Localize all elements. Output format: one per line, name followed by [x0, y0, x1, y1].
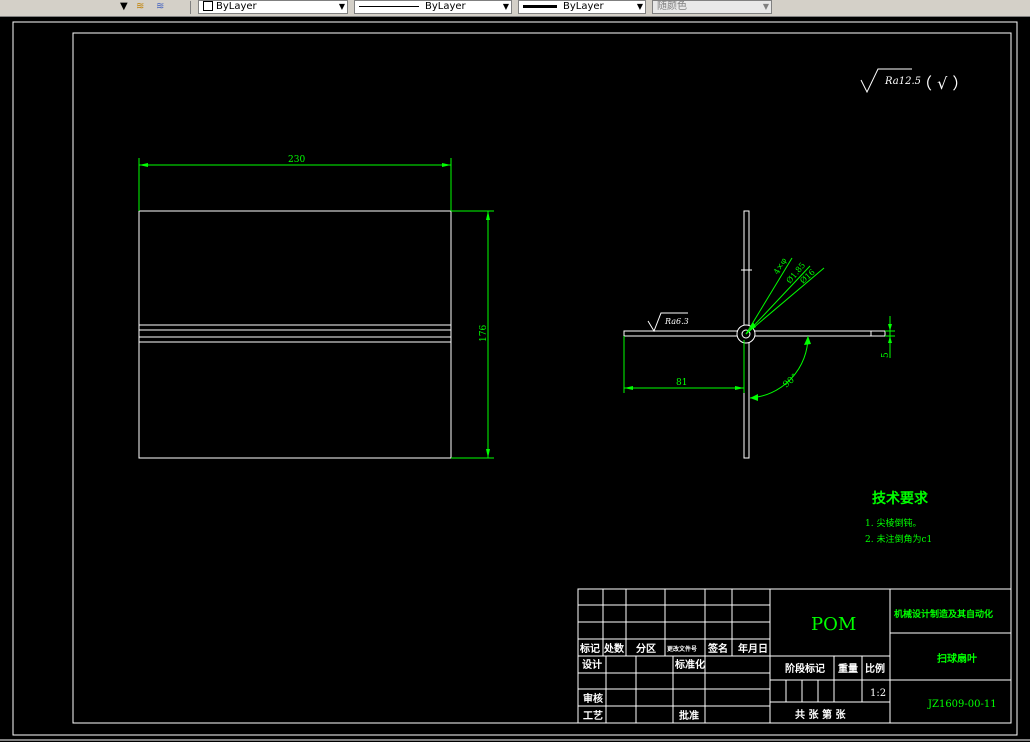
- technical-requirements: 技术要求 1. 尖棱倒钝。 2. 未注倒角为c1: [865, 490, 932, 545]
- tb-stage-label: 阶段标记: [785, 662, 825, 675]
- tb-standard-label: 标准化: [674, 658, 705, 671]
- roughness-symbol-side: Ra6.3: [647, 312, 689, 333]
- tech-req-1: 1. 尖棱倒钝。: [865, 517, 921, 529]
- dimension-5: 5: [881, 316, 895, 358]
- tb-process-label: 工艺: [583, 709, 603, 722]
- tb-scale-value: 1:2: [870, 688, 886, 699]
- chevron-down-icon[interactable]: ▼: [339, 1, 345, 13]
- dropdown-arrow-icon[interactable]: ▼: [120, 0, 128, 14]
- layer-states-icon[interactable]: ≋: [136, 0, 144, 14]
- title-block-text: 标记 处数 分区 更改文件号 签名 年月日 设计 标准化 审核 工艺 批准 阶段…: [579, 608, 997, 722]
- diameter-leaders: 4×φ Ø1.85 Ø16: [745, 256, 825, 335]
- tb-review-label: 审核: [583, 692, 603, 705]
- dimension-height: 176: [451, 210, 494, 459]
- tb-material: POM: [811, 614, 856, 635]
- tb-drawing-no: JZ1609-00-11: [927, 699, 997, 710]
- chevron-down-icon[interactable]: ▼: [503, 1, 509, 13]
- tb-header-count: 处数: [603, 642, 625, 655]
- color-value: ByLayer: [216, 1, 257, 12]
- dimension-width: 230: [138, 155, 452, 211]
- tb-design-label: 设计: [582, 658, 602, 671]
- roughness-paren: （ √ ）: [916, 74, 968, 93]
- roughness-symbol-top: Ra12.5 （ √ ）: [860, 68, 968, 94]
- tb-sheets-label: 共 张 第 张: [795, 708, 846, 721]
- dimension-angle: 90°: [749, 335, 811, 401]
- tb-approve-label: 批准: [679, 709, 699, 722]
- chevron-down-icon: ▼: [762, 2, 769, 11]
- roughness-value-side: Ra6.3: [664, 317, 689, 326]
- tb-scale-label: 比例: [865, 662, 885, 675]
- dim-angle-label: 90°: [782, 372, 801, 390]
- properties-toolbar: ▼ ≋ ≋ ByLayer ▼ ByLayer ▼ ByLayer ▼ 随颜色 …: [0, 0, 1030, 17]
- tb-header-date: 年月日: [738, 642, 768, 655]
- lineweight-value: ByLayer: [563, 1, 604, 12]
- drawing-frame: [72, 32, 1012, 724]
- tb-header-sign: 签名: [707, 642, 728, 655]
- tech-title: 技术要求: [872, 490, 929, 507]
- linetype-value: ByLayer: [425, 1, 466, 12]
- dim-height-label: 176: [479, 325, 489, 342]
- tb-header-docno: 更改文件号: [667, 645, 697, 653]
- layer-previous-icon[interactable]: ≋: [156, 0, 164, 14]
- lineweight-control[interactable]: ByLayer ▼: [518, 0, 646, 14]
- drawing-canvas[interactable]: Ra12.5 （ √ ） 230 176 Ra6.3 81 5 90° 4×φ …: [0, 16, 1030, 742]
- tb-header-zone: 分区: [636, 642, 656, 655]
- front-view: [138, 210, 452, 459]
- toolbar-separator: [190, 1, 191, 14]
- tb-header-mark: 标记: [579, 642, 600, 655]
- color-swatch-icon: [203, 1, 213, 11]
- tb-weight-label: 重量: [838, 662, 858, 675]
- outer-border: [12, 21, 1018, 736]
- linetype-sample: [359, 5, 419, 7]
- tech-req-2: 2. 未注倒角为c1: [865, 533, 932, 545]
- dim-diam-small-label: 4×φ: [772, 256, 789, 276]
- cross-view: [623, 210, 886, 459]
- chevron-down-icon[interactable]: ▼: [637, 1, 643, 13]
- dim-5-label: 5: [881, 352, 891, 358]
- color-control[interactable]: ByLayer ▼: [198, 0, 348, 14]
- plotstyle-control: 随颜色 ▼: [652, 0, 772, 14]
- linetype-control[interactable]: ByLayer ▼: [354, 0, 512, 14]
- tb-company: 机械设计制造及其自动化: [894, 608, 993, 620]
- dim-width-label: 230: [288, 155, 305, 165]
- plotstyle-value: 随颜色: [657, 1, 687, 12]
- lineweight-sample: [523, 4, 557, 8]
- dim-81-label: 81: [676, 378, 687, 388]
- dimension-81: 81: [623, 336, 745, 393]
- tb-part-name: 扫球扇叶: [937, 652, 977, 665]
